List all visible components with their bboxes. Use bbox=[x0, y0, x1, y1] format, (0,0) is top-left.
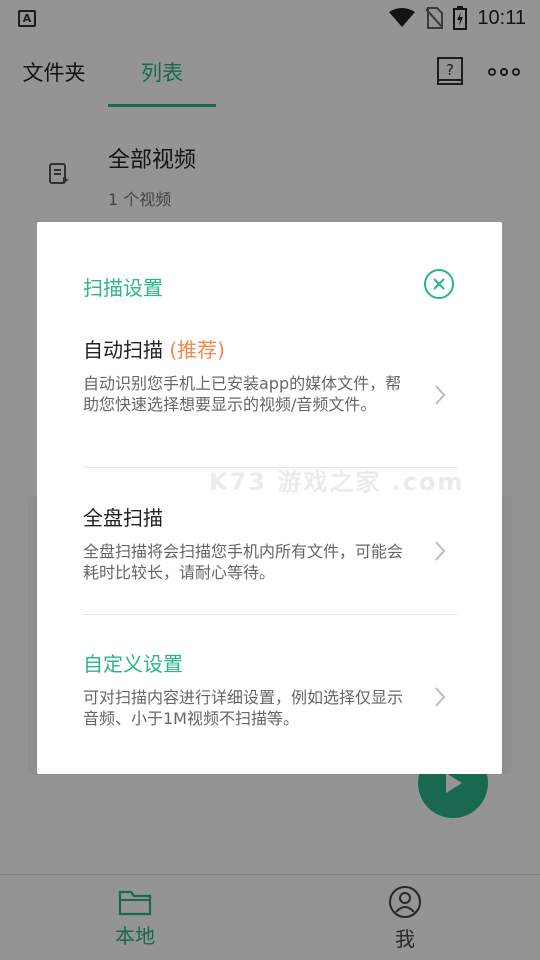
close-icon bbox=[433, 278, 445, 290]
option-description: 自动识别您手机上已安装app的媒体文件，帮助您快速选择想要显示的视频/音频文件。 bbox=[83, 374, 402, 414]
option-title: 全盘扫描 bbox=[83, 506, 163, 530]
chevron-right-icon bbox=[435, 541, 446, 561]
option-title: 自动扫描 (推荐) bbox=[83, 338, 225, 362]
dialog-title: 扫描设置 bbox=[83, 276, 163, 300]
chevron-right-icon bbox=[435, 687, 446, 707]
option-description: 全盘扫描将会扫描您手机内所有文件，可能会耗时比较长，请耐心等待。 bbox=[83, 542, 404, 582]
divider bbox=[83, 467, 457, 468]
option-title: 自定义设置 bbox=[83, 652, 183, 676]
close-button[interactable] bbox=[424, 269, 454, 299]
option-auto-scan[interactable]: 自动扫描 (推荐) 自动识别您手机上已安装app的媒体文件，帮助您快速选择想要显… bbox=[83, 334, 457, 415]
option-full-scan[interactable]: 全盘扫描 全盘扫描将会扫描您手机内所有文件，可能会耗时比较长，请耐心等待。 bbox=[83, 502, 457, 583]
scan-settings-dialog: 扫描设置 K73 游戏之家 .com 自动扫描 (推荐) 自动识别您手机上已安装… bbox=[37, 222, 502, 774]
recommended-tag: (推荐) bbox=[169, 338, 225, 362]
chevron-right-icon bbox=[435, 385, 446, 405]
option-custom-settings[interactable]: 自定义设置 可对扫描内容进行详细设置，例如选择仅显示音频、小于1M视频不扫描等。 bbox=[83, 648, 457, 729]
divider bbox=[83, 614, 457, 615]
option-description: 可对扫描内容进行详细设置，例如选择仅显示音频、小于1M视频不扫描等。 bbox=[83, 688, 404, 728]
